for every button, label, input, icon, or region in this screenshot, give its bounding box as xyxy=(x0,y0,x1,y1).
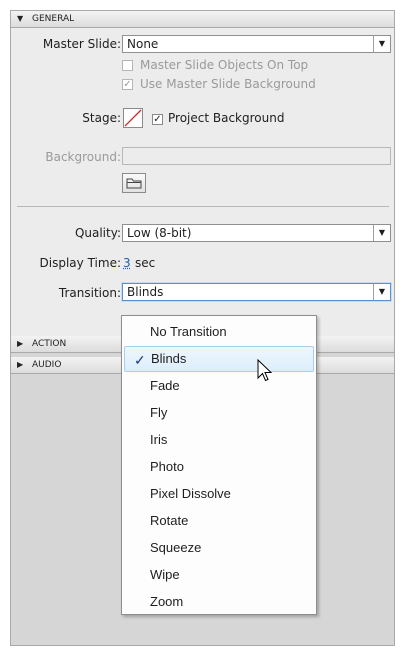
folder-icon xyxy=(126,178,142,189)
chevron-down-icon: ▼ xyxy=(373,225,390,241)
section-title-audio: AUDIO xyxy=(32,360,62,370)
transition-dropdown-list: No Transition ✓ Blinds Fade Fly Iris Pho… xyxy=(121,315,317,615)
transition-value: Blinds xyxy=(127,285,164,299)
master-slide-select[interactable]: None ▼ xyxy=(122,35,391,53)
transition-option-fly[interactable]: Fly xyxy=(122,400,316,426)
chevron-down-icon: ▼ xyxy=(373,36,390,52)
transition-option-pixel-dissolve[interactable]: Pixel Dissolve xyxy=(122,481,316,507)
transition-option-iris[interactable]: Iris xyxy=(122,427,316,453)
section-title-general: GENERAL xyxy=(32,14,75,24)
transition-option-no-transition[interactable]: No Transition xyxy=(122,319,316,345)
use-master-background-checkbox[interactable]: ✓ xyxy=(122,79,133,90)
display-time-unit: sec xyxy=(135,256,156,270)
master-slide-label: Master Slide: xyxy=(42,37,121,51)
transition-option-fade[interactable]: Fade xyxy=(122,373,316,399)
use-master-background-row[interactable]: ✓ Use Master Slide Background xyxy=(122,77,382,93)
quality-select[interactable]: Low (8-bit) ▼ xyxy=(122,224,391,242)
transition-option-blinds[interactable]: ✓ Blinds xyxy=(124,346,314,372)
background-label: Background: xyxy=(45,150,121,164)
stage-label: Stage: xyxy=(82,111,121,125)
display-time-value[interactable]: 3 xyxy=(123,256,131,270)
master-objects-on-top-label: Master Slide Objects On Top xyxy=(140,58,309,72)
transition-option-zoom[interactable]: Zoom xyxy=(122,589,316,615)
section-header-general[interactable]: ▼ GENERAL xyxy=(11,11,394,28)
chevron-down-icon: ▼ xyxy=(373,284,390,300)
mouse-pointer-icon xyxy=(257,359,273,382)
display-time-label: Display Time: xyxy=(39,256,121,270)
triangle-down-icon: ▼ xyxy=(17,14,24,23)
transition-select[interactable]: Blinds ▼ xyxy=(122,283,391,301)
checkmark-icon: ✓ xyxy=(134,352,146,368)
project-background-label: Project Background xyxy=(168,111,285,125)
triangle-right-icon: ▶ xyxy=(17,339,24,348)
transition-option-rotate[interactable]: Rotate xyxy=(122,508,316,534)
master-objects-on-top-checkbox[interactable] xyxy=(122,60,133,71)
general-section-body: Master Slide: None ▼ Master Slide Object… xyxy=(11,28,394,339)
quality-value: Low (8-bit) xyxy=(127,226,192,240)
stage-color-swatch[interactable] xyxy=(123,108,143,128)
project-background-checkbox[interactable]: ✓ xyxy=(152,114,163,125)
transition-label: Transition: xyxy=(58,286,121,300)
browse-button[interactable] xyxy=(122,173,146,193)
master-objects-on-top-row[interactable]: Master Slide Objects On Top xyxy=(122,58,382,74)
quality-label: Quality: xyxy=(74,226,121,240)
transition-option-photo[interactable]: Photo xyxy=(122,454,316,480)
master-slide-value: None xyxy=(127,37,159,51)
triangle-right-icon: ▶ xyxy=(17,360,24,369)
separator xyxy=(17,206,389,207)
transition-option-squeeze[interactable]: Squeeze xyxy=(122,535,316,561)
use-master-background-label: Use Master Slide Background xyxy=(140,77,316,91)
no-color-icon xyxy=(124,109,142,127)
background-field[interactable] xyxy=(122,147,391,165)
section-title-action: ACTION xyxy=(32,339,67,349)
transition-option-wipe[interactable]: Wipe xyxy=(122,562,316,588)
